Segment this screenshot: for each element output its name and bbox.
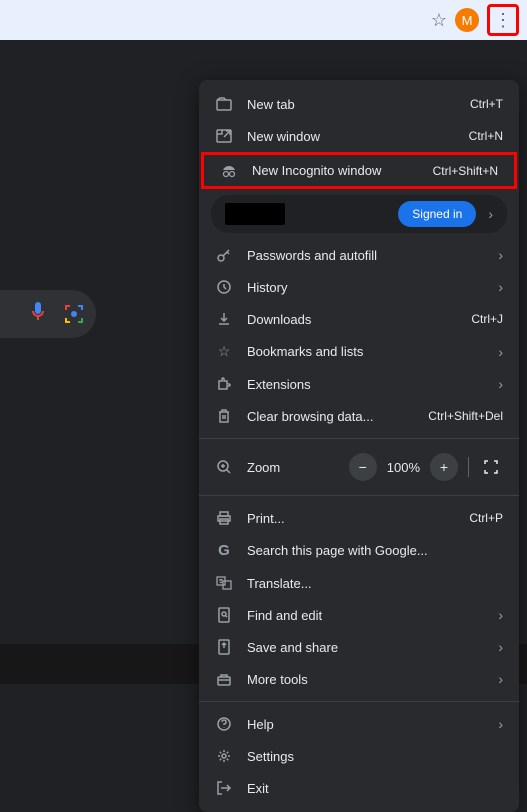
google-icon: G: [215, 542, 233, 559]
chevron-right-icon: ›: [498, 671, 503, 687]
mic-icon[interactable]: [30, 302, 46, 327]
bookmark-star-icon[interactable]: ☆: [431, 10, 447, 31]
menu-more-tools[interactable]: More tools ›: [199, 663, 519, 695]
incognito-icon: [220, 164, 238, 178]
profile-avatar[interactable]: M: [455, 8, 479, 32]
tab-icon: [215, 97, 233, 111]
menu-shortcut: Ctrl+T: [470, 97, 503, 111]
menu-find-edit[interactable]: Find and edit ›: [199, 599, 519, 631]
chevron-right-icon: ›: [498, 376, 503, 392]
history-icon: [215, 279, 233, 295]
divider: [199, 495, 519, 496]
menu-exit[interactable]: Exit: [199, 772, 519, 804]
menu-label: Extensions: [247, 377, 484, 392]
menu-label: Search this page with Google...: [247, 543, 503, 558]
divider: [199, 701, 519, 702]
menu-help[interactable]: Help ›: [199, 708, 519, 740]
menu-label: History: [247, 280, 484, 295]
browser-toolbar: ☆ M ⋮: [0, 0, 527, 40]
chevron-right-icon: ›: [498, 344, 503, 360]
chevron-right-icon: ›: [498, 639, 503, 655]
exit-icon: [215, 780, 233, 796]
zoom-in-button[interactable]: +: [430, 453, 458, 481]
separator: [468, 457, 469, 477]
kebab-menu-button[interactable]: ⋮: [487, 4, 519, 36]
chevron-right-icon: ›: [498, 279, 503, 295]
zoom-value: 100%: [381, 460, 426, 475]
menu-shortcut: Ctrl+J: [471, 312, 503, 326]
menu-label: More tools: [247, 672, 484, 687]
translate-icon: [215, 575, 233, 591]
menu-label: Print...: [247, 511, 455, 526]
chevron-right-icon: ›: [498, 607, 503, 623]
menu-label: Find and edit: [247, 608, 484, 623]
chevron-right-icon: ›: [498, 247, 503, 263]
menu-label: New tab: [247, 97, 456, 112]
menu-shortcut: Ctrl+P: [469, 511, 503, 525]
menu-label: Passwords and autofill: [247, 248, 484, 263]
menu-label: Settings: [247, 749, 503, 764]
chevron-right-icon: ›: [498, 716, 503, 732]
window-icon: [215, 129, 233, 143]
menu-settings[interactable]: Settings: [199, 740, 519, 772]
menu-label: Downloads: [247, 312, 457, 327]
key-icon: [215, 247, 233, 263]
menu-new-window[interactable]: New window Ctrl+N: [199, 120, 519, 152]
menu-label: New window: [247, 129, 455, 144]
menu-label: New Incognito window: [252, 163, 419, 178]
lens-icon[interactable]: [64, 304, 84, 324]
print-icon: [215, 510, 233, 526]
menu-label: Save and share: [247, 640, 484, 655]
menu-new-tab[interactable]: New tab Ctrl+T: [199, 88, 519, 120]
menu-label: Zoom: [247, 460, 335, 475]
gear-icon: [215, 748, 233, 764]
menu-downloads[interactable]: Downloads Ctrl+J: [199, 303, 519, 335]
menu-extensions[interactable]: Extensions ›: [199, 368, 519, 400]
trash-icon: [215, 408, 233, 424]
chevron-right-icon: ›: [484, 206, 497, 222]
menu-new-incognito[interactable]: New Incognito window Ctrl+Shift+N: [201, 152, 517, 189]
find-icon: [215, 607, 233, 623]
puzzle-icon: [215, 376, 233, 392]
menu-passwords[interactable]: Passwords and autofill ›: [199, 239, 519, 271]
menu-history[interactable]: History ›: [199, 271, 519, 303]
menu-bookmarks[interactable]: ☆ Bookmarks and lists ›: [199, 335, 519, 368]
menu-shortcut: Ctrl+Shift+Del: [428, 409, 503, 423]
menu-save-share[interactable]: Save and share ›: [199, 631, 519, 663]
menu-zoom: Zoom − 100% +: [199, 445, 519, 489]
account-box[interactable]: Signed in ›: [211, 195, 507, 233]
share-icon: [215, 639, 233, 655]
search-pill: [0, 290, 96, 338]
menu-label: Translate...: [247, 576, 503, 591]
zoom-icon: [215, 459, 233, 475]
menu-print[interactable]: Print... Ctrl+P: [199, 502, 519, 534]
menu-translate[interactable]: Translate...: [199, 567, 519, 599]
menu-label: Bookmarks and lists: [247, 344, 484, 359]
account-name-redacted: [225, 203, 285, 225]
fullscreen-button[interactable]: [479, 455, 503, 479]
signed-in-badge: Signed in: [398, 201, 476, 227]
star-icon: ☆: [215, 343, 233, 360]
menu-shortcut: Ctrl+Shift+N: [433, 164, 498, 178]
zoom-out-button[interactable]: −: [349, 453, 377, 481]
chrome-main-menu: New tab Ctrl+T New window Ctrl+N New Inc…: [199, 80, 519, 812]
download-icon: [215, 311, 233, 327]
menu-label: Clear browsing data...: [247, 409, 414, 424]
divider: [199, 438, 519, 439]
menu-label: Help: [247, 717, 484, 732]
content-area: New tab Ctrl+T New window Ctrl+N New Inc…: [0, 40, 527, 644]
menu-shortcut: Ctrl+N: [469, 129, 503, 143]
menu-label: Exit: [247, 781, 503, 796]
menu-search-page[interactable]: G Search this page with Google...: [199, 534, 519, 567]
menu-clear-data[interactable]: Clear browsing data... Ctrl+Shift+Del: [199, 400, 519, 432]
help-icon: [215, 716, 233, 732]
